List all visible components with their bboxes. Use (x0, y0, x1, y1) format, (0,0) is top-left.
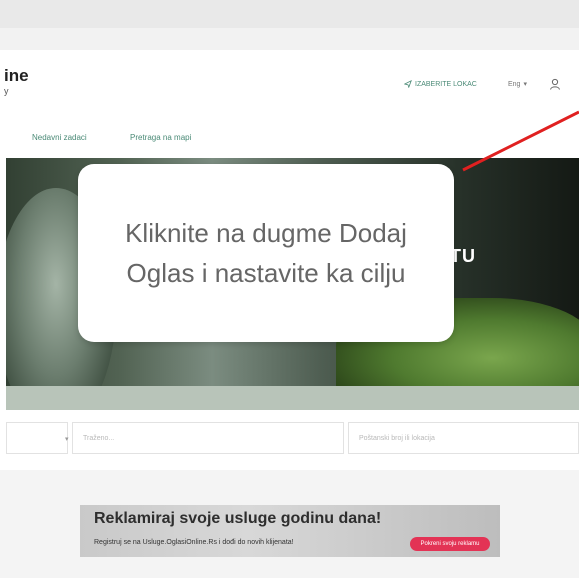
instruction-text: Kliknite na dugme Dodaj Oglas i nastavit… (125, 218, 407, 288)
language-selector[interactable]: Eng ▾ (508, 80, 527, 89)
what-search-input[interactable]: Traženo... (72, 422, 344, 454)
main-nav: Nedavni zadaci Pretraga na mapi (0, 118, 579, 158)
send-icon (404, 80, 412, 88)
promo-banner-title: Reklamiraj svoje usluge godinu dana! (94, 510, 382, 527)
user-icon[interactable] (549, 78, 561, 90)
nav-item-recent-tasks[interactable]: Nedavni zadaci (32, 133, 87, 142)
what-search-placeholder: Traženo... (83, 435, 115, 442)
browser-chrome (0, 0, 579, 51)
hero-table (6, 386, 579, 410)
language-label: Eng (508, 80, 521, 88)
search-row: ▾ Traženo... Poštanski broj ili lokacija (0, 422, 579, 456)
chevron-down-icon: ▾ (65, 436, 69, 443)
chevron-down-icon: ▾ (523, 81, 527, 88)
start-ad-button[interactable]: Pokreni svoju reklamu (410, 537, 490, 551)
nav-item-map-search[interactable]: Pretraga na mapi (130, 133, 191, 142)
logo-subtitle: y (4, 86, 9, 96)
location-link-label: IZABERITE LOKAC (415, 80, 477, 88)
location-link[interactable]: IZABERITE LOKAC (404, 80, 477, 88)
category-select[interactable]: ▾ (6, 422, 69, 454)
logo-text[interactable]: ine (4, 66, 29, 86)
address-bar-strip[interactable] (0, 28, 579, 50)
location-search-input[interactable]: Poštanski broj ili lokacija (348, 422, 579, 454)
location-search-placeholder: Poštanski broj ili lokacija (359, 435, 435, 442)
promo-banner-subtitle: Registruj se na Usluge.OglasiOnline.Rs i… (94, 539, 294, 546)
site-header: ine y IZABERITE LOKAC Eng ▾ (0, 50, 579, 119)
instruction-overlay: Kliknite na dugme Dodaj Oglas i nastavit… (78, 164, 454, 342)
promo-banner[interactable]: Reklamiraj svoje usluge godinu dana! Reg… (80, 505, 500, 557)
